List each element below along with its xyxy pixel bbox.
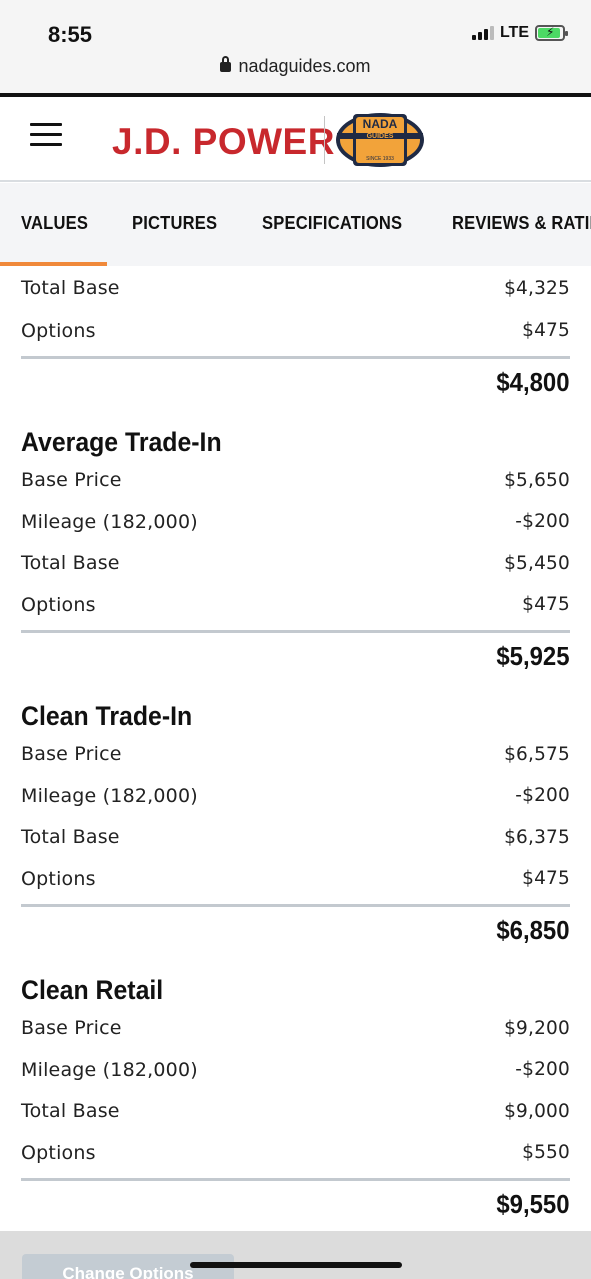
row-value: $550 bbox=[522, 1142, 570, 1164]
section-title: Average Trade-In bbox=[21, 426, 222, 457]
signal-icon bbox=[471, 26, 494, 40]
tab-values[interactable]: VALUES bbox=[21, 213, 88, 234]
row-label: Options bbox=[21, 593, 96, 616]
section-total: $6,850 bbox=[496, 914, 570, 945]
row-label: Options bbox=[21, 867, 96, 890]
row-value: $9,200 bbox=[504, 1017, 570, 1039]
price-row: Mileage (182,000) -$200 bbox=[21, 501, 570, 543]
total-row: $6,850 bbox=[21, 903, 570, 954]
nada-logo-subtext: GUIDES bbox=[367, 133, 394, 140]
row-label: Base Price bbox=[21, 1017, 122, 1040]
section-total: $9,550 bbox=[496, 1188, 570, 1219]
section-total: $4,800 bbox=[496, 366, 570, 397]
total-row: $4,800 bbox=[21, 355, 570, 406]
price-row: Options $550 bbox=[21, 1132, 570, 1174]
row-value: -$200 bbox=[515, 785, 570, 807]
tab-pictures[interactable]: PICTURES bbox=[132, 213, 217, 234]
row-label: Total Base bbox=[21, 826, 120, 849]
price-row: Mileage (182,000) -$200 bbox=[21, 1049, 570, 1091]
row-value: $6,375 bbox=[504, 826, 570, 848]
row-value: -$200 bbox=[515, 1059, 570, 1081]
price-row: Base Price $5,650 bbox=[21, 460, 570, 502]
price-row: Total Base $6,375 bbox=[21, 817, 570, 859]
nada-logo-text: NADA bbox=[363, 117, 398, 131]
site-header: J.D. POWER NADA GUIDES SINCE 1933 bbox=[0, 97, 591, 182]
status-time: 8:55 bbox=[48, 22, 93, 47]
price-row: Total Base $9,000 bbox=[21, 1091, 570, 1133]
network-type: LTE bbox=[499, 24, 529, 41]
price-row: Mileage (182,000) -$200 bbox=[21, 775, 570, 817]
price-row: Base Price $9,200 bbox=[21, 1008, 570, 1050]
section-total: $5,925 bbox=[496, 640, 570, 671]
logo-divider bbox=[324, 116, 325, 164]
row-value: $475 bbox=[522, 320, 570, 342]
status-bar: 8:55 LTE ⚡ nadaguides.com bbox=[0, 0, 591, 95]
battery-icon: ⚡ bbox=[535, 25, 568, 41]
price-row: Base Price $6,575 bbox=[21, 734, 570, 776]
url-text: nadaguides.com bbox=[238, 56, 371, 76]
status-indicators: LTE ⚡ bbox=[471, 24, 568, 42]
price-row: Options $475 bbox=[21, 310, 570, 352]
row-label: Mileage (182,000) bbox=[21, 510, 198, 533]
total-row: $5,925 bbox=[21, 629, 570, 680]
jd-power-logo[interactable]: J.D. POWER bbox=[112, 121, 335, 163]
price-row: Options $475 bbox=[21, 584, 570, 626]
row-label: Options bbox=[21, 319, 96, 342]
row-value: $6,575 bbox=[504, 743, 570, 765]
row-value: $475 bbox=[522, 594, 570, 616]
home-indicator bbox=[190, 1262, 402, 1268]
section-title: Clean Trade-In bbox=[21, 700, 193, 731]
row-label: Options bbox=[21, 1141, 96, 1164]
total-row: $9,550 bbox=[21, 1177, 570, 1228]
row-value: $9,000 bbox=[504, 1100, 570, 1122]
row-label: Total Base bbox=[21, 1100, 120, 1123]
row-value: $4,325 bbox=[504, 277, 570, 299]
bottom-action-bar: Change Options bbox=[0, 1231, 591, 1279]
row-value: $475 bbox=[522, 868, 570, 890]
price-row: Options $475 bbox=[21, 858, 570, 900]
row-label: Base Price bbox=[21, 743, 122, 766]
row-label: Total Base bbox=[21, 277, 120, 299]
nada-guides-logo[interactable]: NADA GUIDES SINCE 1933 bbox=[335, 111, 425, 169]
price-row: Total Base $4,325 bbox=[21, 266, 570, 310]
lock-icon bbox=[220, 56, 232, 72]
row-value: -$200 bbox=[515, 511, 570, 533]
values-content: Total Base $4,325 Options $475 $4,800 Av… bbox=[21, 266, 570, 1228]
row-label: Mileage (182,000) bbox=[21, 784, 198, 807]
row-label: Mileage (182,000) bbox=[21, 1058, 198, 1081]
url-bar[interactable]: nadaguides.com bbox=[0, 56, 591, 77]
tab-reviews-ratings[interactable]: REVIEWS & RATIN bbox=[452, 213, 591, 234]
tab-bar: VALUES PICTURES SPECIFICATIONS REVIEWS &… bbox=[0, 183, 591, 266]
nada-logo-since: SINCE 1933 bbox=[366, 156, 394, 162]
section-title: Clean Retail bbox=[21, 974, 164, 1005]
row-label: Base Price bbox=[21, 469, 122, 492]
tab-specifications[interactable]: SPECIFICATIONS bbox=[262, 213, 402, 234]
price-row: Total Base $5,450 bbox=[21, 543, 570, 585]
row-value: $5,650 bbox=[504, 469, 570, 491]
row-value: $5,450 bbox=[504, 552, 570, 574]
row-label: Total Base bbox=[21, 552, 120, 575]
menu-icon[interactable] bbox=[30, 123, 62, 147]
